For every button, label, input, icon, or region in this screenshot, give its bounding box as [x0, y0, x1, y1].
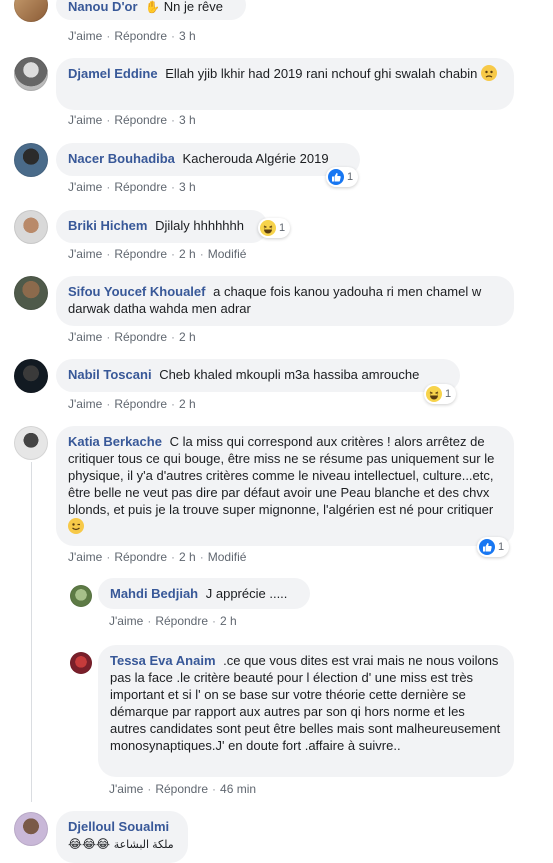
comment-bubble: Nacer Bouhadiba Kacherouda Algérie 2019: [56, 143, 360, 176]
like-reaction-icon: [328, 169, 344, 185]
reply-link[interactable]: Répondre: [114, 247, 167, 261]
reply-link[interactable]: Répondre: [155, 614, 208, 628]
reply-link[interactable]: Répondre: [114, 180, 167, 194]
like-link[interactable]: J'aime: [68, 113, 102, 127]
like-link[interactable]: J'aime: [109, 782, 143, 796]
avatar[interactable]: [70, 652, 92, 674]
avatar[interactable]: [14, 276, 48, 310]
comment-actions: J'aime · Répondre · 2 h · Modifié: [68, 550, 247, 564]
comment-text: ملكة البشاعة: [113, 839, 174, 851]
comment-text: J apprécie .....: [205, 586, 288, 601]
comment-bubble: Nanou D'or ✋ Nn je rêve: [56, 0, 246, 20]
avatar[interactable]: [14, 359, 48, 393]
avatar[interactable]: [70, 585, 92, 607]
like-link[interactable]: J'aime: [68, 29, 102, 43]
thread-line: [31, 462, 32, 802]
comment-actions: J'aime · Répondre · 2 h: [68, 330, 196, 344]
timestamp[interactable]: 3 h: [179, 29, 196, 43]
reply-bubble: Tessa Eva Anaim .ce que vous dites est v…: [98, 645, 514, 777]
comment-text: Ellah yjib lkhir had 2019 rani nchouf gh…: [165, 66, 478, 81]
avatar[interactable]: [14, 210, 48, 244]
like-link[interactable]: J'aime: [68, 397, 102, 411]
timestamp[interactable]: 2 h: [179, 397, 196, 411]
reply-link[interactable]: Répondre: [114, 397, 167, 411]
avatar[interactable]: [14, 812, 48, 846]
comment-text: Kacherouda Algérie 2019: [182, 151, 329, 166]
comment-actions: J'aime · Répondre · 2 h · Modifié: [68, 247, 247, 261]
reaction-count[interactable]: 1: [477, 537, 510, 557]
comment-bubble: Sifou Youcef Khoualef a chaque fois kano…: [56, 276, 514, 326]
author-link[interactable]: Mahdi Bedjiah: [110, 586, 198, 601]
comment-bubble: Katia Berkache C la miss qui correspond …: [56, 426, 514, 546]
timestamp[interactable]: 2 h: [220, 614, 237, 628]
modified-label: Modifié: [207, 247, 247, 261]
timestamp[interactable]: 2 h: [179, 550, 196, 564]
reply-link[interactable]: Répondre: [114, 113, 167, 127]
comment-actions: J'aime · Répondre · 3 h: [68, 180, 196, 194]
author-link[interactable]: Djamel Eddine: [68, 66, 158, 81]
like-link[interactable]: J'aime: [109, 614, 143, 628]
author-link[interactable]: Nabil Toscani: [68, 367, 152, 382]
author-link[interactable]: Briki Hichem: [68, 218, 147, 233]
reaction-count[interactable]: 1: [424, 384, 457, 404]
comment-line: 😂😂😂 ملكة البشاعة: [68, 835, 176, 854]
author-link[interactable]: Nanou D'or: [68, 0, 138, 14]
like-link[interactable]: J'aime: [68, 330, 102, 344]
reply-link[interactable]: Répondre: [114, 330, 167, 344]
comment-actions: J'aime · Répondre · 3 h: [68, 29, 196, 43]
comment-actions: J'aime · Répondre · 46 min: [109, 782, 257, 796]
author-link[interactable]: Nacer Bouhadiba: [68, 151, 175, 166]
timestamp[interactable]: 3 h: [179, 113, 196, 127]
comment-actions: J'aime · Répondre · 2 h: [68, 397, 196, 411]
sad-emoji: [481, 65, 498, 81]
hand-emoji: ✋: [145, 0, 161, 14]
timestamp[interactable]: 3 h: [179, 180, 196, 194]
like-link[interactable]: J'aime: [68, 247, 102, 261]
reply-link[interactable]: Répondre: [155, 782, 208, 796]
reply-link[interactable]: Répondre: [114, 550, 167, 564]
comment-actions: J'aime · Répondre · 3 h: [68, 113, 196, 127]
comment-text: .ce que vous dites est vrai mais ne nous…: [110, 653, 501, 753]
timestamp[interactable]: 2 h: [179, 330, 196, 344]
like-reaction-icon: [479, 539, 495, 555]
comment-actions: J'aime · Répondre · 2 h: [109, 614, 237, 628]
timestamp[interactable]: 2 h: [179, 247, 196, 261]
comment-text: Nn je rêve: [163, 0, 223, 14]
comment-bubble: Nabil Toscani Cheb khaled mkoupli m3a ha…: [56, 359, 460, 392]
avatar[interactable]: [14, 57, 48, 91]
like-link[interactable]: J'aime: [68, 180, 102, 194]
author-link[interactable]: Tessa Eva Anaim: [110, 653, 216, 668]
modified-label: Modifié: [207, 550, 247, 564]
comment-bubble: Djelloul Soualmi 😂😂😂 ملكة البشاعة: [56, 811, 188, 863]
author-link[interactable]: Katia Berkache: [68, 434, 162, 449]
laugh-emoji: 😂😂😂: [68, 837, 111, 851]
comment-bubble: Djamel Eddine Ellah yjib lkhir had 2019 …: [56, 58, 514, 110]
reaction-count[interactable]: 1: [258, 218, 291, 238]
reaction-count[interactable]: 1: [326, 167, 359, 187]
author-link[interactable]: Sifou Youcef Khoualef: [68, 284, 205, 299]
comment-text: Cheb khaled mkoupli m3a hassiba amrouche: [159, 367, 420, 382]
wink-emoji: [68, 518, 84, 534]
comment-text: Djilaly hhhhhhh: [155, 218, 245, 233]
haha-reaction-icon: [426, 386, 442, 402]
avatar[interactable]: [14, 143, 48, 177]
timestamp[interactable]: 46 min: [220, 782, 256, 796]
avatar[interactable]: [14, 426, 48, 460]
avatar[interactable]: [14, 0, 48, 22]
comment-bubble: Briki Hichem Djilaly hhhhhhh: [56, 210, 268, 243]
haha-reaction-icon: [260, 220, 276, 236]
author-link[interactable]: Djelloul Soualmi: [68, 818, 176, 835]
reply-bubble: Mahdi Bedjiah J apprécie .....: [98, 578, 310, 609]
reply-link[interactable]: Répondre: [114, 29, 167, 43]
like-link[interactable]: J'aime: [68, 550, 102, 564]
